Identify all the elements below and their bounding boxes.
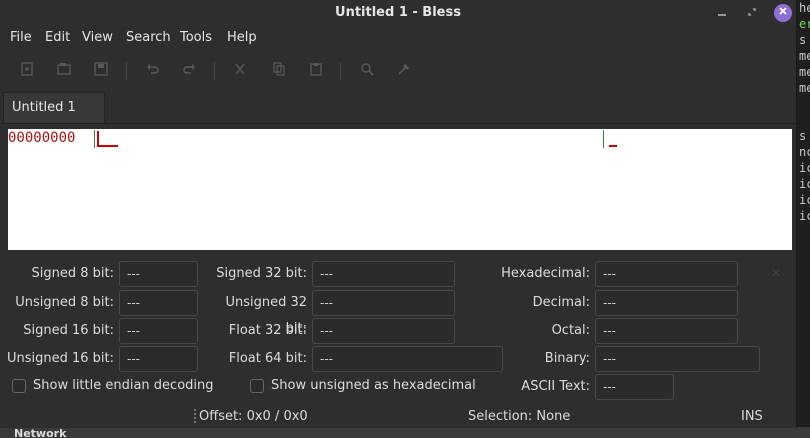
- hex-editor-area[interactable]: 00000000: [8, 129, 792, 250]
- signed-8-field[interactable]: ---: [119, 261, 198, 287]
- undo-icon[interactable]: [142, 60, 164, 82]
- hexadecimal-label: Hexadecimal:: [501, 266, 590, 281]
- octal-field[interactable]: ---: [595, 318, 738, 344]
- minimize-button[interactable]: [713, 4, 731, 22]
- tab-bar: Untitled 1: [0, 92, 796, 124]
- tab-untitled-1[interactable]: Untitled 1: [3, 92, 105, 123]
- terminal-line: nc: [799, 145, 810, 159]
- background-panel: Network: [0, 427, 810, 438]
- unsigned-16-label: Unsigned 16 bit:: [6, 351, 114, 366]
- paste-icon[interactable]: [305, 60, 327, 82]
- float-64-label: Float 64 bit:: [228, 351, 307, 366]
- new-file-icon[interactable]: [16, 60, 38, 82]
- terminal-line: ic: [799, 193, 810, 207]
- close-icon: [779, 7, 787, 15]
- unsigned-16-field[interactable]: ---: [119, 346, 198, 372]
- minimize-icon: [718, 14, 726, 16]
- background-terminal: he er s me me me s nc ic ic ic ic: [797, 0, 810, 438]
- signed-8-label: Signed 8 bit:: [31, 266, 114, 281]
- overwrite-mode-status[interactable]: INS: [741, 409, 763, 424]
- decimal-field[interactable]: ---: [595, 290, 738, 316]
- hex-column-divider: [94, 130, 95, 148]
- network-label: Network: [14, 427, 67, 438]
- conversion-panel: ✕ Signed 8 bit: --- Unsigned 8 bit: --- …: [0, 258, 797, 408]
- ascii-column-divider: [603, 130, 604, 148]
- octal-label: Octal:: [551, 323, 590, 338]
- terminal-line: ic: [799, 161, 810, 175]
- ascii-text-field[interactable]: ---: [595, 374, 674, 400]
- little-endian-checkbox[interactable]: [12, 379, 26, 393]
- toolbar: [0, 50, 796, 92]
- signed-32-field[interactable]: ---: [312, 261, 455, 287]
- unsigned-8-label: Unsigned 8 bit:: [15, 295, 114, 310]
- hex-cursor: [97, 131, 118, 147]
- toolbar-separator: [340, 62, 341, 80]
- terminal-line: me: [799, 65, 810, 79]
- menu-file[interactable]: File: [10, 30, 32, 45]
- float-32-label: Float 32 bit:: [228, 323, 307, 338]
- terminal-line: er: [799, 17, 810, 31]
- little-endian-label[interactable]: Show little endian decoding: [33, 378, 214, 393]
- ascii-text-label: ASCII Text:: [521, 379, 590, 394]
- terminal-line: ic: [799, 177, 810, 191]
- terminal-line: ic: [799, 209, 810, 223]
- copy-icon[interactable]: [268, 60, 290, 82]
- titlebar[interactable]: Untitled 1 - Bless: [0, 0, 796, 26]
- binary-label: Binary:: [544, 351, 590, 366]
- signed-16-label: Signed 16 bit:: [23, 323, 114, 338]
- ascii-cursor: [609, 145, 617, 147]
- unsigned-32-field[interactable]: ---: [312, 290, 455, 316]
- close-panel-icon[interactable]: ✕: [771, 266, 781, 280]
- redo-icon[interactable]: [178, 60, 200, 82]
- decimal-label: Decimal:: [532, 295, 590, 310]
- terminal-line: he: [799, 1, 810, 15]
- signed-16-field[interactable]: ---: [119, 318, 198, 344]
- terminal-line: s: [799, 129, 807, 143]
- statusbar: Offset: 0x0 / 0x0 Selection: None INS: [0, 406, 797, 428]
- unsigned-hex-label[interactable]: Show unsigned as hexadecimal: [271, 378, 476, 393]
- close-button[interactable]: [774, 4, 792, 22]
- terminal-line: me: [799, 81, 810, 95]
- maximize-icon: [748, 8, 756, 16]
- tab-label: Untitled 1: [12, 100, 76, 115]
- statusbar-grip: [194, 409, 197, 423]
- menu-search[interactable]: Search: [126, 30, 171, 45]
- replace-icon[interactable]: [393, 60, 415, 82]
- open-icon[interactable]: [53, 60, 75, 82]
- toolbar-separator: [214, 62, 215, 80]
- save-icon[interactable]: [90, 60, 112, 82]
- menu-edit[interactable]: Edit: [45, 30, 70, 45]
- window-title: Untitled 1 - Bless: [335, 5, 461, 20]
- binary-field[interactable]: ---: [595, 346, 760, 372]
- menu-help[interactable]: Help: [227, 30, 257, 45]
- terminal-line: s: [799, 33, 807, 47]
- find-icon[interactable]: [356, 60, 378, 82]
- menu-tools[interactable]: Tools: [180, 30, 212, 45]
- selection-status[interactable]: Selection: None: [468, 409, 570, 424]
- offset-column: 00000000: [8, 130, 76, 146]
- maximize-button[interactable]: [743, 4, 761, 22]
- unsigned-8-field[interactable]: ---: [119, 290, 198, 316]
- hexadecimal-field[interactable]: ---: [595, 261, 738, 287]
- terminal-line: me: [799, 49, 810, 63]
- cut-icon[interactable]: [229, 60, 251, 82]
- menubar: File Edit View Search Tools Help: [0, 26, 796, 50]
- bless-window: Untitled 1 - Bless File Edit View Search…: [0, 0, 797, 428]
- signed-32-label: Signed 32 bit:: [216, 266, 307, 281]
- unsigned-hex-checkbox[interactable]: [250, 379, 264, 393]
- unsigned-32-label: Unsigned 32 bit:: [225, 295, 307, 336]
- float-32-field[interactable]: ---: [312, 318, 455, 344]
- offset-status[interactable]: Offset: 0x0 / 0x0: [199, 409, 308, 424]
- toolbar-separator: [126, 62, 127, 80]
- menu-view[interactable]: View: [82, 30, 113, 45]
